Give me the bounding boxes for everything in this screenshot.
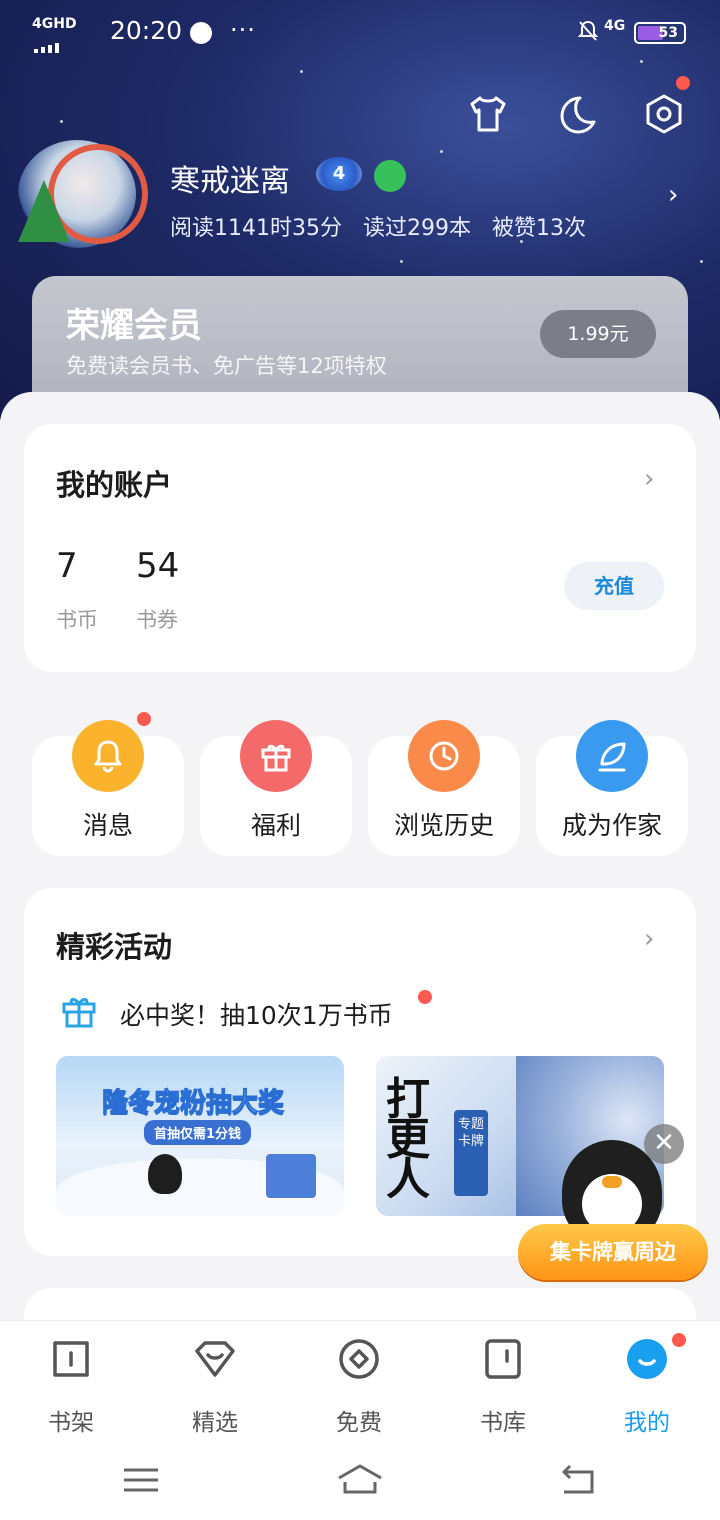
profile-icon [627,1339,667,1379]
membership-title: 荣耀会员 [66,306,202,346]
clock: 20:20 [110,16,183,45]
shortcut-label: 消息 [82,811,133,840]
floating-close-button[interactable]: ✕ [644,1124,684,1164]
coins-value: 7 [56,546,78,586]
account-card[interactable]: 我的账户 › 7 书币 54 书券 充值 [24,424,696,672]
banner2-tag: 专题卡牌 [454,1110,488,1196]
profile-chevron-icon[interactable]: › [668,180,678,210]
shortcut-label: 福利 [250,811,301,840]
avatar[interactable] [18,140,148,248]
bookshelf-icon [53,1341,89,1377]
coins-label: 书币 [56,608,98,632]
banner2-calligraphy: 打更人 [386,1074,430,1205]
vouchers-label: 书券 [136,608,178,632]
battery-level: 53 [658,25,678,41]
account-title: 我的账户 [56,468,173,502]
reading-time: 阅读1141时35分 [170,216,342,241]
back-icon[interactable] [554,1460,604,1500]
skin-icon[interactable] [466,92,510,136]
reading-stats: 阅读1141时35分 读过299本 被赞13次 [170,210,600,242]
mute-bell-icon [578,20,598,41]
signal-icon [34,34,104,53]
clock-icon [408,720,480,792]
shortcut-messages[interactable]: 消息 [32,720,184,856]
system-navigation-bar [0,1440,720,1520]
tab-bookshelf[interactable]: 书架 [16,1335,126,1437]
promo-text[interactable]: 必中奖！抽10次1万书币 [120,996,393,1032]
membership-subtitle: 免费读会员书、免广告等12项特权 [66,354,387,378]
penguin-icon [148,1154,182,1194]
activities-chevron-icon[interactable]: › [644,924,654,954]
bottom-tab-bar: 书架 精选 免费 书库 我的 [0,1320,720,1440]
banner1-subtitle: 首抽仅需1分钱 [144,1120,252,1145]
likes-received: 被赞13次 [491,216,586,241]
tab-featured[interactable]: 精选 [160,1335,270,1437]
vouchers-value: 54 [136,546,180,586]
network-indicator: 4GHD [32,16,77,32]
promo-gift-icon [62,998,96,1028]
shortcut-history[interactable]: 浏览历史 [368,720,520,856]
promo-notification-dot [418,990,432,1004]
collect-cards-button[interactable]: 集卡牌赢周边 [518,1224,708,1280]
tab-label: 精选 [192,1410,238,1436]
library-icon [485,1339,521,1379]
shortcut-become-author[interactable]: 成为作家 [536,720,688,856]
coin-icon [339,1339,379,1379]
battery-icon: 53 [634,22,686,44]
shortcut-welfare[interactable]: 福利 [200,720,352,856]
wechat-icon [374,160,406,192]
gift-box-icon [266,1154,316,1198]
membership-card[interactable]: 荣耀会员 免费读会员书、免广告等12项特权 1.99元 [32,276,688,396]
night-mode-icon[interactable] [554,92,598,136]
more-notifications-icon: ··· [230,16,256,44]
heart-icon [195,1341,235,1377]
settings-icon[interactable] [642,92,686,136]
home-icon[interactable] [335,1460,385,1500]
banner-winter-lottery[interactable]: 隆冬宠粉抽大奖 首抽仅需1分钱 [56,1056,344,1216]
bell-icon [72,720,144,792]
tab-label: 我的 [624,1410,670,1436]
tab-me[interactable]: 我的 [592,1335,702,1437]
messages-notification-dot [137,712,151,726]
username[interactable]: 寒戒迷离 [170,156,290,200]
membership-price-button[interactable]: 1.99元 [540,310,656,358]
settings-notification-dot [676,76,690,90]
feather-icon [576,720,648,792]
menu-icon[interactable] [116,1460,166,1500]
tab-free[interactable]: 免费 [304,1335,414,1437]
tab-label: 免费 [336,1410,382,1436]
tab-library[interactable]: 书库 [448,1335,558,1437]
app-status-icon [190,22,212,44]
level-badge[interactable]: 4 [316,157,362,191]
account-chevron-icon[interactable]: › [644,464,654,494]
activities-title: 精彩活动 [56,930,173,964]
shortcut-label: 浏览历史 [393,811,494,840]
recharge-button[interactable]: 充值 [564,562,664,610]
books-read: 读过299本 [362,216,471,241]
network-indicator-right: 4G [604,18,626,34]
tab-label: 书库 [480,1410,526,1436]
banner1-title: 隆冬宠粉抽大奖 [101,1088,285,1119]
tab-label: 书架 [48,1410,94,1436]
gift-icon [240,720,312,792]
me-tab-notification-dot [672,1333,686,1347]
status-bar: 4GHD 20:20 ··· 4G 53 [0,0,720,64]
shortcut-label: 成为作家 [561,811,662,840]
